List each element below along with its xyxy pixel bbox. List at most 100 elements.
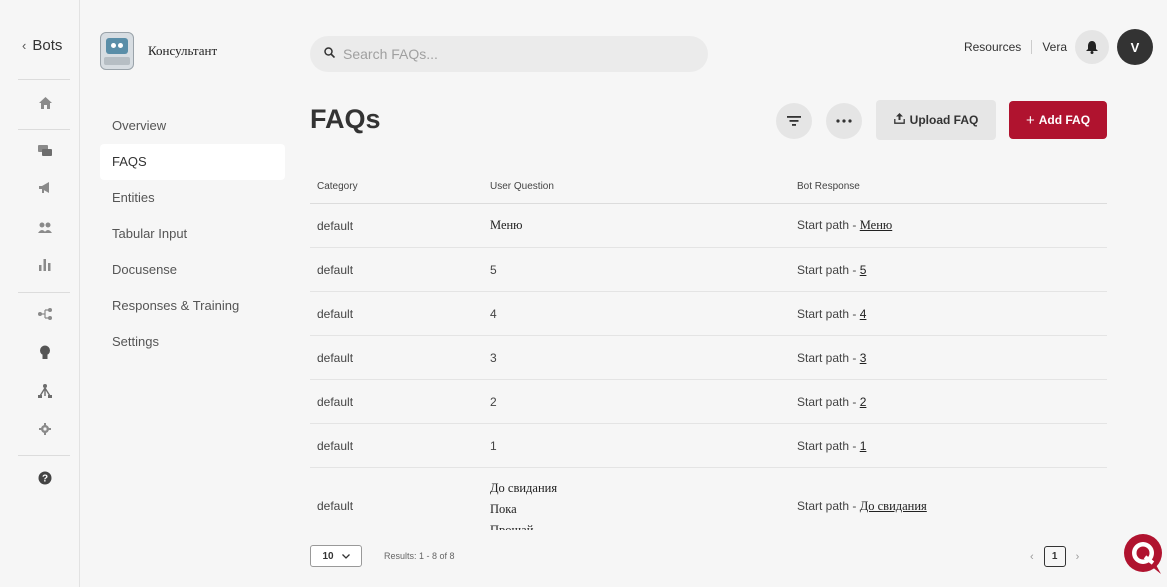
table-row[interactable]: default 1 Start path - 1 — [310, 424, 1107, 468]
user-question-cell: 5 — [490, 262, 497, 277]
top-right-controls: Resources Vera V — [964, 29, 1153, 65]
page-size-value: 10 — [322, 550, 334, 562]
response-prefix: Start path - — [797, 306, 857, 321]
gear-icon[interactable] — [36, 420, 54, 438]
category-cell: default — [317, 218, 354, 233]
question-line: Прощай — [490, 523, 534, 530]
divider — [18, 455, 70, 456]
response-link[interactable]: 1 — [860, 439, 867, 453]
category-cell: default — [317, 499, 354, 513]
bot-response-cell: Start path - 1 — [789, 439, 1107, 453]
table-row[interactable]: default 3 Start path - 3 — [310, 336, 1107, 380]
next-page-icon[interactable]: › — [1076, 551, 1080, 563]
filter-icon[interactable] — [776, 103, 812, 139]
category-cell: default — [317, 262, 354, 277]
icon-rail: ‹ Bots ? — [0, 0, 80, 587]
bot-response-cell: Start path - До свидания — [789, 468, 1107, 514]
prev-page-icon[interactable]: ‹ — [1030, 551, 1034, 563]
add-faq-label: Add FAQ — [1038, 113, 1091, 127]
search-bar[interactable] — [310, 36, 708, 72]
table-row[interactable]: default Меню Start path - Меню — [310, 204, 1107, 248]
more-options-icon[interactable] — [826, 103, 862, 139]
upload-icon — [893, 113, 905, 127]
pagination: ‹ 1 › — [1030, 546, 1079, 567]
page-title: FAQs — [310, 104, 381, 134]
bot-avatar — [100, 32, 134, 70]
chat-widget-logo-icon[interactable] — [1121, 532, 1165, 576]
bot-response-cell: Start path - 3 — [789, 351, 1107, 365]
home-icon[interactable] — [36, 94, 54, 112]
users-icon[interactable] — [36, 218, 54, 236]
response-prefix: Start path - — [797, 394, 857, 409]
bell-icon[interactable] — [1075, 30, 1109, 64]
response-link[interactable]: 2 — [860, 395, 867, 409]
megaphone-icon[interactable] — [36, 179, 54, 197]
page-size-select[interactable]: 10 — [310, 545, 362, 567]
search-icon — [324, 47, 336, 61]
table-row[interactable]: default До свидания Пока Прощай Start pa… — [310, 468, 1107, 530]
chat-icon[interactable] — [36, 142, 54, 160]
lightbulb-icon[interactable] — [36, 343, 54, 361]
bot-sidebar: Консультант Overview FAQS Entities Tabular … — [80, 0, 300, 587]
user-question-cell: 3 — [490, 350, 497, 365]
user-question-cell: 4 — [490, 306, 497, 321]
response-link[interactable]: 3 — [860, 351, 867, 365]
nav-item-responses-training[interactable]: Responses & Training — [100, 288, 285, 324]
response-link[interactable]: До свидания — [860, 499, 927, 513]
results-count: Results: 1 - 8 of 8 — [384, 551, 455, 561]
nav-item-entities[interactable]: Entities — [100, 180, 285, 216]
chevron-left-icon: ‹ — [22, 38, 27, 53]
category-cell: default — [317, 394, 354, 409]
user-name[interactable]: Vera — [1032, 40, 1067, 54]
response-link[interactable]: 4 — [860, 307, 867, 321]
resources-link[interactable]: Resources — [964, 40, 1033, 54]
add-faq-button[interactable]: + Add FAQ — [1009, 101, 1107, 139]
column-header-category[interactable]: Category — [310, 181, 483, 192]
bot-response-cell: Start path - 4 — [789, 307, 1107, 321]
bot-nav: Overview FAQS Entities Tabular Input Docusen… — [100, 108, 285, 360]
bot-response-cell: Start path - 5 — [789, 263, 1107, 277]
bot-header: Консультант — [100, 32, 217, 70]
table-row[interactable]: default 4 Start path - 4 — [310, 292, 1107, 336]
response-prefix: Start path - — [797, 218, 857, 232]
response-prefix: Start path - — [797, 499, 857, 513]
question-line: До свидания — [490, 481, 558, 495]
nav-item-settings[interactable]: Settings — [100, 324, 285, 360]
page-number[interactable]: 1 — [1043, 546, 1066, 567]
user-question-cell: Меню — [490, 218, 523, 232]
category-cell: default — [317, 306, 354, 321]
question-line: Пока — [490, 502, 517, 516]
divider — [18, 129, 70, 130]
user-question-cell: 1 — [490, 438, 497, 453]
bar-chart-icon[interactable] — [36, 256, 54, 274]
back-to-bots-link[interactable]: ‹ Bots — [22, 37, 62, 54]
response-link[interactable]: Меню — [860, 218, 893, 232]
nav-item-faqs[interactable]: FAQS — [100, 144, 285, 180]
help-icon[interactable]: ? — [36, 469, 54, 487]
hierarchy-icon[interactable] — [36, 382, 54, 400]
svg-text:?: ? — [42, 474, 48, 485]
faq-table: Category User Question Bot Response defa… — [310, 170, 1107, 530]
nav-item-tabular-input[interactable]: Tabular Input — [100, 216, 285, 252]
nav-item-docusense[interactable]: Docusense — [100, 252, 285, 288]
category-cell: default — [317, 438, 354, 453]
upload-faq-label: Upload FAQ — [909, 113, 979, 127]
nav-item-overview[interactable]: Overview — [100, 108, 285, 144]
response-link[interactable]: 5 — [860, 263, 867, 277]
bot-name: Консультант — [148, 43, 218, 58]
search-input[interactable] — [343, 46, 673, 62]
flow-icon[interactable] — [36, 305, 54, 323]
table-row[interactable]: default 2 Start path - 2 — [310, 380, 1107, 424]
response-prefix: Start path - — [797, 350, 857, 365]
plus-icon: + — [1025, 111, 1035, 129]
back-label: Bots — [32, 37, 63, 54]
bot-response-cell: Start path - 2 — [789, 395, 1107, 409]
response-prefix: Start path - — [797, 262, 857, 277]
divider — [18, 292, 70, 293]
upload-faq-button[interactable]: Upload FAQ — [876, 100, 996, 140]
table-row[interactable]: default 5 Start path - 5 — [310, 248, 1107, 292]
user-question-cell: 2 — [490, 394, 497, 409]
column-header-user-question[interactable]: User Question — [483, 181, 789, 192]
table-header: Category User Question Bot Response — [310, 170, 1107, 204]
user-avatar[interactable]: V — [1117, 29, 1153, 65]
